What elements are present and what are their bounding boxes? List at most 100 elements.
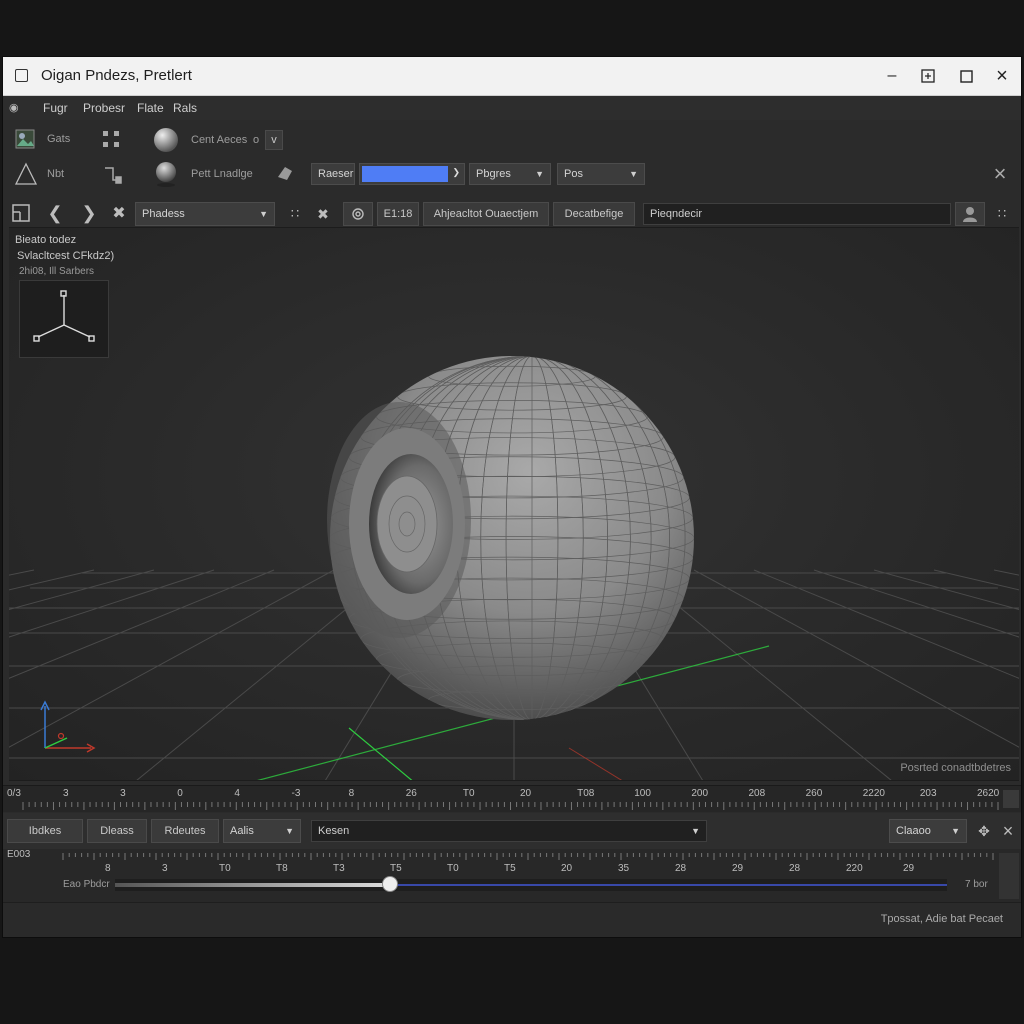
scrub-side-buttons[interactable] (999, 853, 1019, 899)
logo-icon: ◉ (9, 102, 19, 114)
grid-line-v (873, 569, 1019, 611)
paint-icon[interactable] (273, 161, 297, 185)
maximize-icon[interactable] (947, 57, 985, 95)
mode-dropdown[interactable]: Claaoo ▼ (889, 819, 967, 843)
color-swatch (362, 166, 448, 182)
minimize-icon[interactable]: – (873, 57, 911, 95)
app-window: Oigan Pndezs, Pretlert – × ◉ Fugr Probes… (2, 56, 1022, 938)
forward-arrow-icon[interactable]: ❯ (77, 201, 101, 225)
render-dropdown[interactable]: Raeser (311, 163, 355, 185)
title-bar: Oigan Pndezs, Pretlert – × (3, 57, 1021, 96)
scrub-area: E003 8 3 T0 T8 T3 T5 T0 T5 20 35 28 29 28 220 29 Eao P… (3, 849, 1021, 903)
tick-label: 8 (105, 863, 111, 874)
3d-viewport[interactable]: Bieato todez Svlacltcest CFkdz2) 2hi08, … (9, 227, 1019, 781)
tick-label: T8 (276, 863, 288, 874)
keyset-dropdown[interactable]: Kesen ▼ (311, 820, 707, 842)
menu-item-1[interactable]: Fugr (43, 101, 68, 115)
chevron-down-icon: ▼ (285, 826, 294, 836)
keys-button[interactable]: Ibdkes (7, 819, 83, 843)
chevron-down-icon: ▼ (259, 209, 268, 219)
viewport-info-2: Svlacltcest CFkdz2) (17, 250, 115, 262)
tools-row1-label: Cent Aeces (191, 134, 248, 146)
restore-icon[interactable] (909, 57, 947, 95)
delete-key-icon[interactable]: × (997, 819, 1019, 843)
grid-line-v (933, 569, 1019, 591)
attach-object-button[interactable]: Ahjeacltot Ouaectjem (423, 202, 549, 226)
shrink-icon[interactable]: ✖ (107, 201, 131, 225)
viewport-info-3: 2hi08, Ill Sarbers (19, 266, 95, 277)
tick-label: 3 (162, 863, 168, 874)
scrub-handle[interactable] (381, 876, 398, 892)
sphere-mesh (327, 356, 694, 720)
tick-label: T0 (219, 863, 231, 874)
tools-row1-value: o (253, 134, 260, 146)
passes-dropdown[interactable]: Pbgres ▼ (469, 163, 551, 185)
clear-button[interactable]: Dleass (87, 819, 147, 843)
settings-dots-icon[interactable]: ∷ (283, 202, 307, 226)
routes-button[interactable]: Rdeutes (151, 819, 219, 843)
tick-label: 28 (675, 863, 687, 874)
scrub-fill (115, 883, 390, 887)
tick-label: T5 (390, 863, 402, 874)
user-button[interactable] (955, 202, 985, 226)
grid-dots-icon[interactable]: ∷ (989, 202, 1015, 226)
grid-line-v (993, 569, 1019, 576)
light-sphere-icon[interactable] (151, 159, 181, 189)
status-bar: Tpossat, Adie bat Pecaet (3, 902, 1021, 937)
color-picker[interactable]: ❯ (359, 163, 465, 185)
branch-icon[interactable] (99, 161, 125, 187)
viewport-scene (9, 356, 1019, 780)
triangle-tool-icon[interactable] (13, 161, 39, 187)
scrub-end-label: 7 bor (965, 879, 988, 890)
material-sphere-icon[interactable] (151, 125, 181, 155)
nodes-icon[interactable] (99, 127, 123, 151)
select-frame-icon[interactable] (9, 201, 33, 225)
close-panel-icon[interactable]: × (987, 161, 1013, 187)
tools-row2-label: Pett Lnadlge (191, 168, 253, 180)
scrub-row-label: Eao Pbdcr (63, 879, 110, 890)
anim-controls-bar: Ibdkes Dleass Rdeutes Aalis ▼ Kesen ▼ Claa… (3, 813, 1021, 849)
tick-label: 35 (618, 863, 630, 874)
back-arrow-icon[interactable]: ❮ (43, 201, 67, 225)
preset-dropdown[interactable]: Phadess ▼ (135, 202, 275, 226)
chevron-down-icon: ▼ (951, 826, 960, 836)
texture-tool-icon[interactable] (13, 127, 37, 151)
close-icon[interactable]: × (983, 57, 1021, 95)
tools-row1-caret[interactable]: v (265, 130, 283, 150)
grid-line-v (693, 569, 1019, 748)
decorate-button[interactable]: Decatbefige (553, 202, 635, 226)
tick-label: T3 (333, 863, 345, 874)
frame-field[interactable]: E1:18 (377, 202, 419, 226)
tick-label: 29 (903, 863, 915, 874)
left-tool-label-2: Nbt (47, 168, 65, 180)
axis-origin-dot (57, 732, 65, 740)
left-tool-label-1: Gats (47, 133, 71, 145)
tick-label: 29 (732, 863, 744, 874)
chevron-down-icon: ❯ (452, 167, 460, 177)
tick-label: 28 (789, 863, 801, 874)
tick-label: T5 (504, 863, 516, 874)
timeline-ruler[interactable]: 0/3 3 3 0 4 -3 8 26 T0 20 T08 100 200 208 260 2220 203 2… (3, 785, 1021, 812)
timeline-scroll-button[interactable] (1003, 790, 1019, 808)
scrub-track[interactable] (115, 876, 947, 892)
chevron-down-icon: ▼ (691, 826, 700, 836)
axis-dropdown[interactable]: Aalis ▼ (223, 819, 301, 843)
camera-button[interactable] (343, 202, 373, 226)
tick-label: 20 (561, 863, 573, 874)
menu-item-3[interactable]: Flate (137, 101, 164, 115)
chevron-down-icon: ▼ (629, 169, 638, 179)
menu-item-2[interactable]: Probesr (83, 101, 125, 115)
viewport-info-1: Bieato todez (15, 234, 77, 246)
search-input[interactable]: Pieqndecir (643, 203, 951, 225)
orientation-gizmo[interactable] (19, 280, 109, 358)
menu-bar: ◉ Fugr Probesr Flate Rals (3, 96, 1021, 120)
menu-item-4[interactable]: Rals (173, 101, 197, 115)
axis-triad-icon (27, 698, 97, 758)
window-title: Oigan Pndezs, Pretlert (41, 67, 192, 84)
collapse-icon[interactable]: ✖ (311, 202, 335, 226)
pos-dropdown[interactable]: Pos ▼ (557, 163, 645, 185)
chevron-down-icon: ▼ (535, 169, 544, 179)
grid-axis-red (568, 747, 623, 780)
grid-line-v (633, 569, 892, 780)
add-key-icon[interactable]: ✥ (973, 819, 995, 843)
